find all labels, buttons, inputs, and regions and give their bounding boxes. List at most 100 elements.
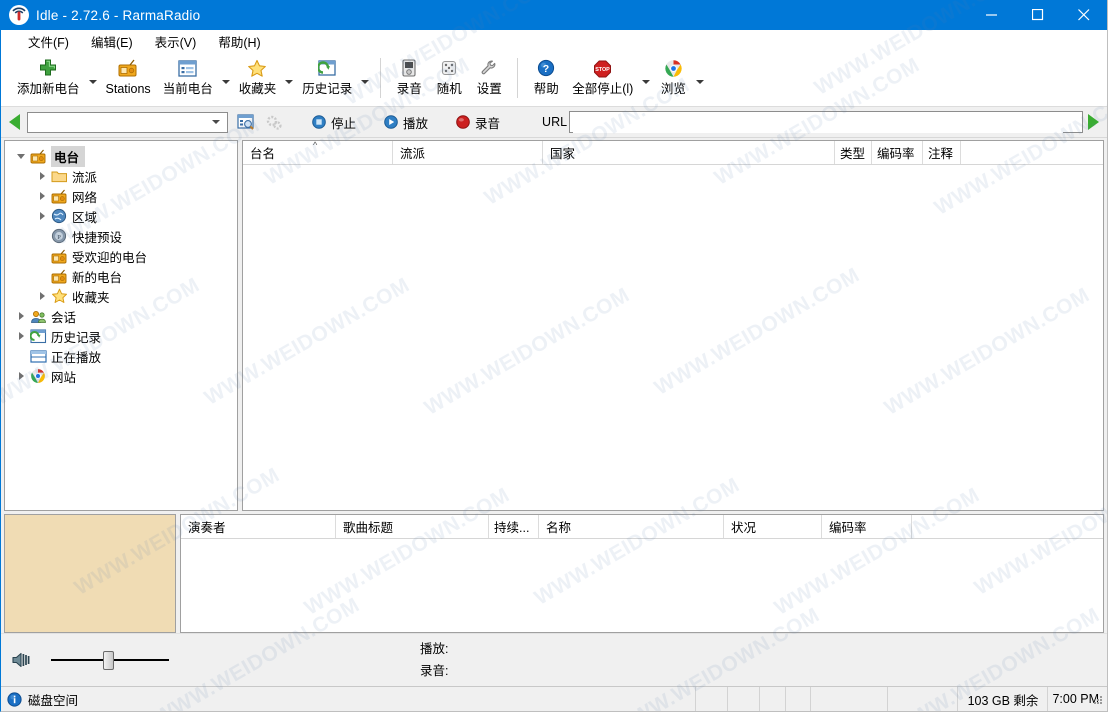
- expander-icon[interactable]: [34, 286, 50, 306]
- toolbar-add-station[interactable]: 添加新电台: [11, 53, 86, 105]
- column-header-status[interactable]: 状况: [724, 515, 822, 538]
- station-tree: 电台 流派: [5, 141, 237, 386]
- window-buttons: [969, 0, 1107, 30]
- tree-item-label: 正在播放: [51, 347, 101, 366]
- transport-bar: 播放: 录音:: [1, 633, 1107, 686]
- blue-question-icon: ?: [533, 56, 559, 80]
- play-button-label: 播放: [403, 113, 428, 132]
- playlist-body[interactable]: [181, 539, 1103, 632]
- column-header-name[interactable]: 台名 ^: [243, 141, 393, 164]
- expander-icon[interactable]: [34, 206, 50, 226]
- chevron-down-icon[interactable]: [212, 120, 220, 124]
- toolbar-history-caret[interactable]: [358, 53, 372, 105]
- column-header-comment[interactable]: 注释: [923, 141, 961, 164]
- toolbar-stop-all[interactable]: STOP 全部停止(l): [566, 53, 639, 105]
- tree-item-label: 会话: [51, 307, 76, 326]
- radio-icon: [115, 56, 141, 80]
- info-icon: [7, 692, 22, 707]
- station-tree-pane[interactable]: 电台 流派: [4, 140, 238, 511]
- volume-thumb[interactable]: [103, 651, 114, 670]
- tree-item-label: 历史记录: [51, 327, 101, 346]
- toolbar-history[interactable]: 历史记录: [296, 53, 358, 105]
- tree-item-region[interactable]: 区域: [5, 206, 237, 226]
- tree-item-history[interactable]: 历史记录: [5, 326, 237, 346]
- column-header-duration[interactable]: 持续...: [489, 515, 539, 538]
- expander-icon[interactable]: [13, 366, 29, 386]
- station-combo[interactable]: [27, 112, 228, 133]
- url-combo[interactable]: [569, 111, 1083, 133]
- column-header-name[interactable]: 名称: [539, 515, 724, 538]
- green-triangle-left-icon[interactable]: [9, 114, 20, 130]
- bottom-area: 演奏者 歌曲标题 持续... 名称 状况 编码率: [1, 511, 1107, 633]
- column-header-bitrate[interactable]: 编码率: [872, 141, 923, 164]
- toolbar-stop-all-caret[interactable]: [639, 53, 653, 105]
- playlist-pane[interactable]: 演奏者 歌曲标题 持续... 名称 状况 编码率: [180, 514, 1104, 633]
- toolbar-settings[interactable]: 设置: [469, 53, 509, 105]
- toolbar-record[interactable]: 录音: [389, 53, 429, 105]
- radio-icon: [50, 187, 68, 205]
- maximize-icon[interactable]: [1015, 0, 1061, 30]
- find-station-icon[interactable]: [236, 112, 256, 132]
- toolbar-browse[interactable]: 浏览: [653, 53, 693, 105]
- menu-view[interactable]: 表示(V): [144, 30, 208, 53]
- tree-item-label: 区域: [72, 207, 97, 226]
- menu-file[interactable]: 文件(F): [17, 30, 80, 53]
- stop-sign-icon: STOP: [590, 56, 616, 80]
- close-icon[interactable]: [1061, 0, 1107, 30]
- expander-icon[interactable]: [13, 306, 29, 326]
- star-icon: [50, 287, 68, 305]
- chrome-browser-icon: [29, 367, 47, 385]
- column-header-genre[interactable]: 流派: [393, 141, 543, 164]
- volume-slider[interactable]: [51, 650, 169, 670]
- toolbar-favorites-caret[interactable]: [282, 53, 296, 105]
- toolbar-current-station-caret[interactable]: [219, 53, 233, 105]
- toolbar-favorites[interactable]: 收藏夹: [233, 53, 283, 105]
- column-header-bitrate[interactable]: 编码率: [822, 515, 912, 538]
- expander-icon[interactable]: [13, 326, 29, 346]
- column-header-type[interactable]: 类型: [835, 141, 872, 164]
- toolbar-help[interactable]: ? 帮助: [526, 53, 566, 105]
- title-bar: Idle - 2.72.6 - RarmaRadio: [1, 0, 1107, 30]
- toolbar-add-station-caret[interactable]: [86, 53, 100, 105]
- green-triangle-right-icon[interactable]: [1088, 114, 1099, 130]
- toolbar-browse-caret[interactable]: [693, 53, 707, 105]
- tree-item-quick-preset[interactable]: P 快捷预设: [5, 226, 237, 246]
- column-header-country[interactable]: 国家: [543, 141, 835, 164]
- toolbar-label: 设置: [477, 82, 502, 97]
- toolbar-random[interactable]: 随机: [429, 53, 469, 105]
- tree-item-genre[interactable]: 流派: [5, 166, 237, 186]
- status-cell-5: [811, 687, 887, 711]
- column-header-song-title[interactable]: 歌曲标题: [336, 515, 489, 538]
- tree-item-sessions[interactable]: 会话: [5, 306, 237, 326]
- tree-item-now-playing[interactable]: 正在播放: [5, 346, 237, 366]
- tree-item-network[interactable]: 网络: [5, 186, 237, 206]
- tree-item-favorites[interactable]: 收藏夹: [5, 286, 237, 306]
- stop-button[interactable]: 停止: [312, 113, 356, 132]
- station-list-body[interactable]: [243, 165, 1103, 510]
- tree-item-stations[interactable]: 电台: [5, 146, 237, 166]
- menu-help[interactable]: 帮助(H): [207, 30, 271, 53]
- toolbar-label: 浏览: [661, 82, 686, 97]
- expander-icon[interactable]: [34, 186, 50, 206]
- expander-icon[interactable]: [34, 166, 50, 186]
- toolbar-label: 收藏夹: [239, 82, 277, 97]
- play-button[interactable]: 播放: [384, 113, 428, 132]
- toolbar-current-station[interactable]: 当前电台: [157, 53, 219, 105]
- url-label: URL: [542, 115, 567, 129]
- tree-item-websites[interactable]: 网站: [5, 366, 237, 386]
- record-button[interactable]: 录音: [456, 113, 500, 132]
- toolbar-stations[interactable]: Stations: [100, 53, 157, 105]
- tree-item-popular-stations[interactable]: 受欢迎的电台: [5, 246, 237, 266]
- station-list-pane[interactable]: 台名 ^ 流派 国家 类型 编码率 注释: [242, 140, 1104, 511]
- resize-grip[interactable]: [1092, 694, 1104, 709]
- station-combo-input[interactable]: [31, 113, 213, 132]
- status-disk-space: 磁盘空间: [1, 687, 696, 711]
- expander-icon[interactable]: [13, 146, 29, 166]
- toolbar-label: 帮助: [534, 82, 559, 97]
- url-input[interactable]: [573, 113, 1063, 133]
- speaker-icon[interactable]: [11, 649, 37, 671]
- menu-edit[interactable]: 编辑(E): [80, 30, 144, 53]
- minimize-icon[interactable]: [969, 0, 1015, 30]
- column-header-artist[interactable]: 演奏者: [181, 515, 336, 538]
- tree-item-new-stations[interactable]: 新的电台: [5, 266, 237, 286]
